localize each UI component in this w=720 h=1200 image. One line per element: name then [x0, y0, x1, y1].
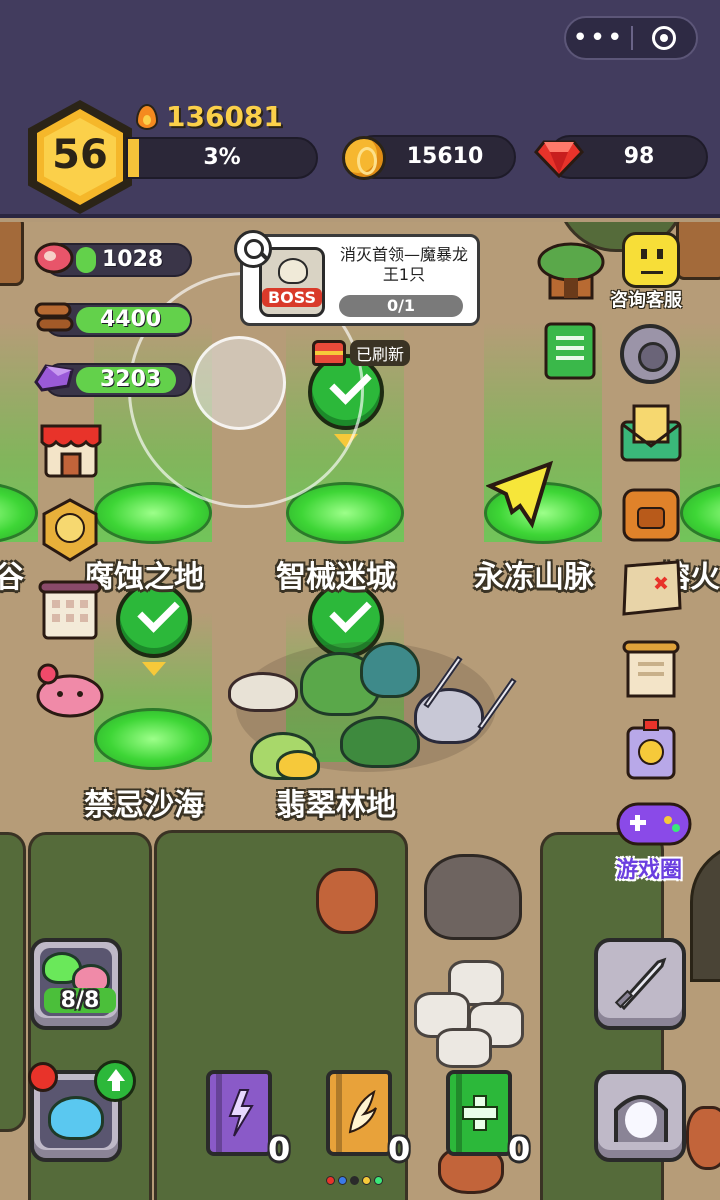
zone-label-valley[interactable]: 谷 — [0, 552, 24, 596]
coin-icon — [342, 136, 386, 180]
portal-icon — [614, 1095, 668, 1142]
settings-gear-icon[interactable] — [620, 324, 680, 384]
chest-icon[interactable] — [312, 340, 346, 366]
meat-value: 1028 — [102, 247, 164, 272]
map-icon[interactable] — [620, 558, 684, 618]
shop-icon[interactable] — [40, 420, 102, 480]
ruby-icon — [534, 140, 584, 178]
mail-icon[interactable] — [620, 402, 682, 462]
battle-button[interactable] — [594, 938, 686, 1030]
more-dots-icon[interactable]: ••• — [566, 18, 631, 58]
wing-icon — [348, 1089, 377, 1134]
crystal-icon — [34, 364, 74, 392]
gold-book-count: 0 — [388, 1130, 411, 1168]
player-level-badge[interactable]: 56 — [28, 100, 132, 214]
combat-power: 136081 — [136, 100, 283, 133]
slime-team-button[interactable] — [30, 938, 122, 1030]
plus-icon — [462, 1095, 498, 1131]
flame-icon — [136, 103, 158, 130]
combat-power-value: 136081 — [166, 100, 283, 133]
tree-trunk — [676, 222, 720, 280]
sword-icon — [614, 957, 667, 1011]
zone-label-desert[interactable]: 禁忌沙海 — [84, 780, 204, 824]
backpack-icon[interactable] — [620, 482, 682, 544]
meat-fill — [76, 247, 96, 273]
zone-label-frozen[interactable]: 永冻山脉 — [474, 552, 594, 596]
mini-program-capsule: ••• — [564, 16, 698, 60]
portal-button[interactable] — [594, 1070, 686, 1162]
medal-icon[interactable] — [38, 498, 102, 562]
wood-icon — [34, 302, 74, 332]
direction-arrow-icon[interactable] — [486, 458, 566, 538]
quest-progress: 0/1 — [386, 296, 416, 315]
exp-bar: 3% — [126, 137, 318, 179]
boss-quest-panel[interactable]: BOSS 消灭首领—魔暴龙王1只 0/1 — [240, 234, 480, 326]
refresh-label: 已刷新 — [350, 340, 411, 366]
customer-service-label[interactable]: 咨询客服 — [610, 286, 682, 312]
target-icon — [652, 26, 677, 50]
zone-portal-desert[interactable] — [94, 708, 212, 770]
chat-icon[interactable] — [622, 232, 680, 288]
crystal-value: 3203 — [100, 367, 162, 392]
scroll-icon[interactable] — [620, 638, 682, 702]
potion-icon[interactable] — [622, 718, 680, 782]
pig-icon[interactable] — [34, 658, 106, 720]
joystick-knob[interactable] — [192, 336, 286, 430]
green-book-count: 0 — [508, 1130, 531, 1168]
close-target-button[interactable] — [633, 26, 696, 50]
upgrade-arrow-icon[interactable] — [94, 1060, 136, 1102]
wood-value: 4400 — [100, 307, 162, 332]
sandbag — [436, 1028, 492, 1068]
calendar-icon[interactable] — [38, 578, 102, 642]
green-skill-book[interactable] — [446, 1070, 512, 1156]
game-circle-label[interactable]: 游戏圈 — [616, 852, 682, 884]
zone-label-corrosion[interactable]: 腐蚀之地 — [84, 552, 204, 596]
green-book-icon[interactable] — [542, 322, 598, 380]
boss-badge: BOSS — [262, 288, 322, 307]
zone-label-mecha[interactable]: 智械迷城 — [276, 552, 396, 596]
refresh-indicator: 已刷新 — [312, 340, 411, 366]
zone-marker-arrow — [142, 662, 166, 676]
exp-percent: 3% — [203, 145, 241, 170]
quest-title: 消灭首领—魔暴龙王1只 — [339, 245, 468, 284]
clay-pot — [686, 1106, 720, 1170]
gamepad-icon[interactable] — [614, 790, 694, 848]
page-indicator — [326, 1176, 383, 1185]
magnifier-icon[interactable] — [234, 230, 272, 268]
tree-house-icon[interactable] — [536, 238, 606, 302]
purple-skill-book[interactable] — [206, 1070, 272, 1156]
team-slots: 8/8 — [44, 988, 116, 1013]
zone-label-forest[interactable]: 翡翠林地 — [276, 780, 396, 824]
tree-trunk — [0, 222, 24, 286]
hero-unit[interactable] — [360, 642, 420, 698]
purple-book-count: 0 — [268, 1130, 291, 1168]
tree-shadow — [690, 842, 720, 982]
hero-unit[interactable] — [414, 688, 484, 744]
meat-icon — [34, 242, 74, 274]
notification-dot — [28, 1062, 58, 1092]
player-level: 56 — [52, 132, 108, 178]
slime-icon — [48, 1096, 104, 1140]
clay-pot — [316, 868, 378, 934]
hero-unit[interactable] — [276, 750, 320, 780]
quest-progress-bar: 0/1 — [339, 295, 463, 317]
rock — [424, 854, 522, 940]
hero-unit[interactable] — [228, 672, 298, 712]
cliff — [0, 832, 26, 1132]
lightning-icon — [228, 1089, 254, 1137]
hero-unit[interactable] — [340, 716, 420, 768]
gold-skill-book[interactable] — [326, 1070, 392, 1156]
top-hud: ••• 56 136081 3% 15610 98 — [0, 0, 720, 218]
